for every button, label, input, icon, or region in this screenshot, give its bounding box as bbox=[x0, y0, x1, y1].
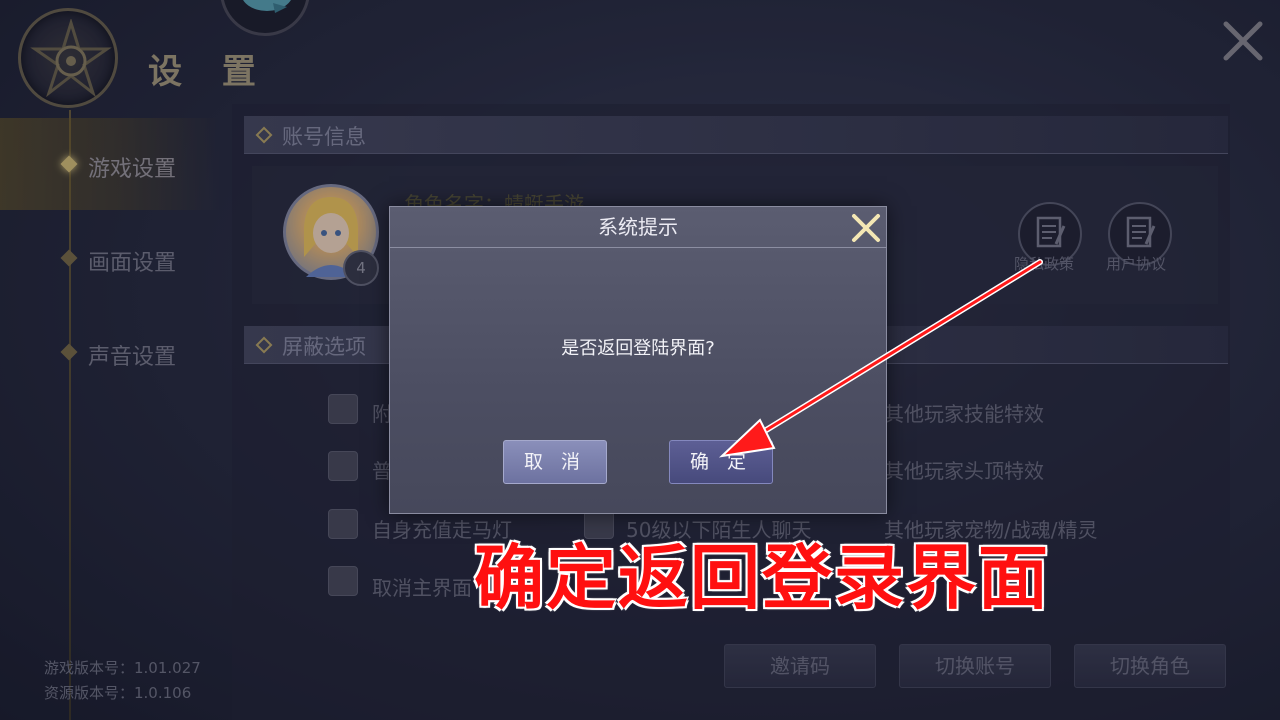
annotation-text: 确定返回登录界面 bbox=[474, 537, 1050, 619]
